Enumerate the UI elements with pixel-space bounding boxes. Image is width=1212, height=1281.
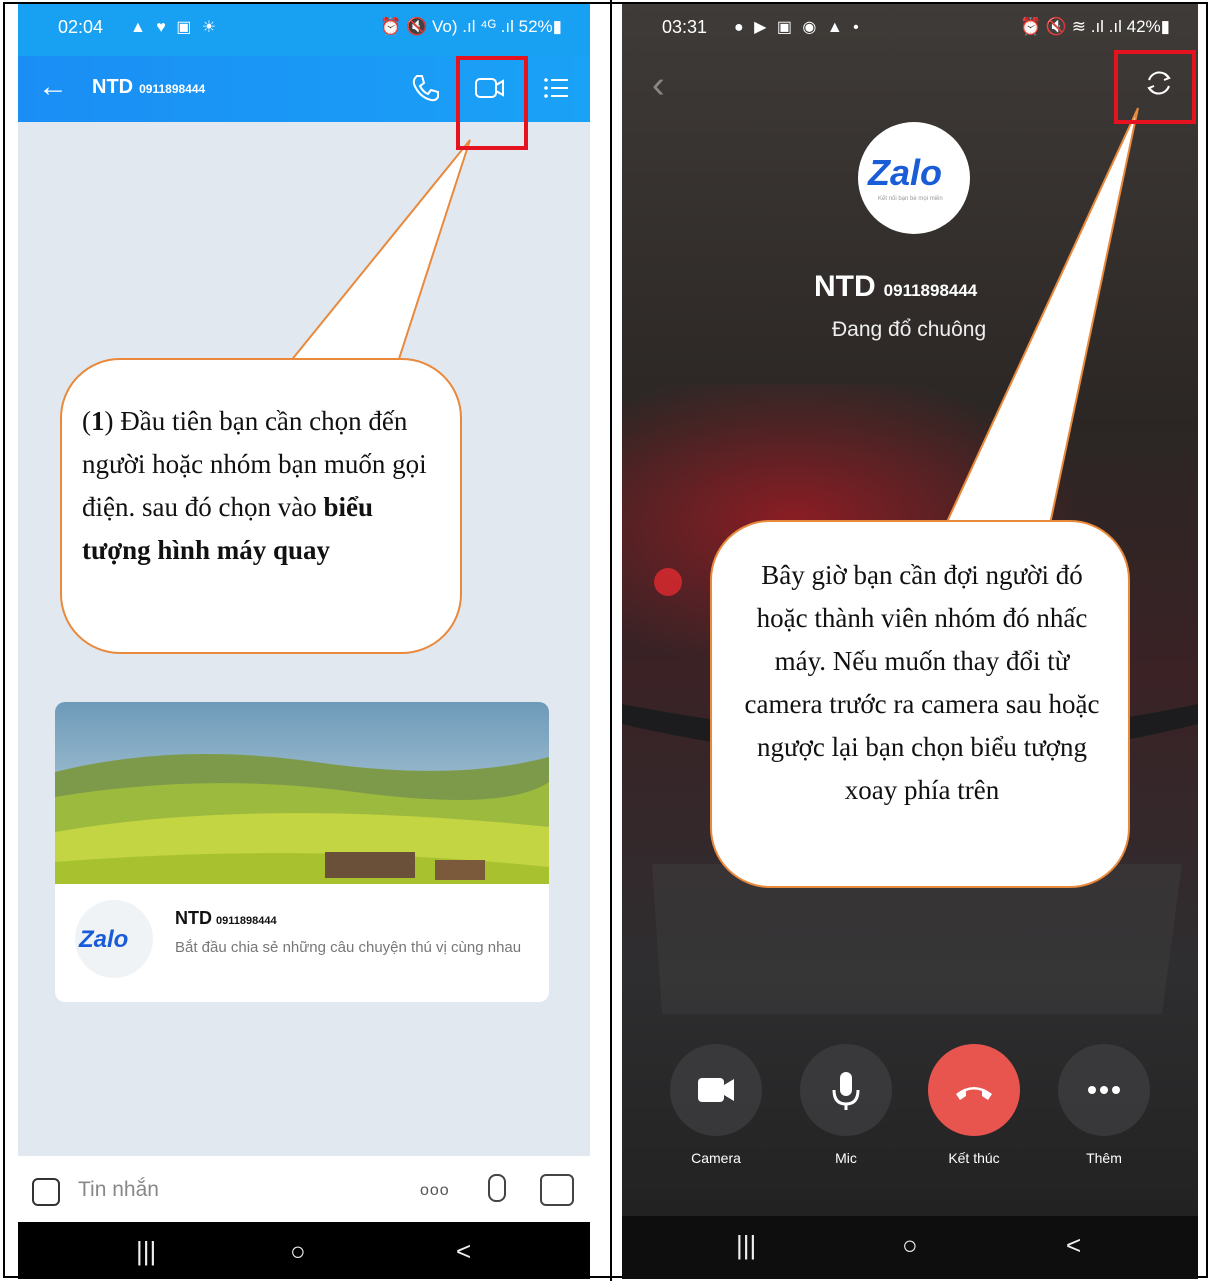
callee-name: NTD 0911898444 — [814, 270, 977, 304]
camera-button[interactable] — [670, 1044, 762, 1136]
contact-name-text: NTD — [92, 76, 134, 98]
card-title-name: NTD — [175, 908, 212, 928]
end-call-button[interactable] — [928, 1044, 1020, 1136]
highlight-switch-camera — [1114, 50, 1196, 124]
camera-icon — [698, 1078, 734, 1102]
status-icons-left: ▲ ♥ ▣ ☀ — [130, 19, 220, 36]
home-icon[interactable]: ○ — [902, 1230, 918, 1261]
callee-phone: 0911898444 — [883, 281, 978, 300]
mic-icon — [832, 1072, 860, 1110]
mic-icon[interactable] — [488, 1174, 506, 1202]
more-icon — [1088, 1086, 1120, 1094]
card-title: NTD 0911898444 — [175, 908, 277, 929]
end-call-label: Kết thúc — [948, 1150, 1000, 1166]
mic-label: Mic — [835, 1150, 857, 1166]
callout-1-text: (1) Đầu tiên bạn cần chọn đến người hoặc… — [82, 406, 427, 565]
status-icons-left: ● ▶ ▣ ◉ ▲ • — [734, 19, 862, 36]
highlight-video-call — [456, 56, 528, 150]
back-icon[interactable]: < — [456, 1236, 471, 1267]
back-icon[interactable]: < — [1066, 1230, 1081, 1261]
status-bar: 02:04 ▲ ♥ ▣ ☀ ⏰ 🔇 Vo) .ıl ⁴ᴳ .ıl 52%▮ — [18, 4, 590, 56]
message-input[interactable]: Tin nhắn — [78, 1178, 159, 1202]
callout-1-number: 1 — [91, 406, 105, 436]
card-description: Bắt đầu chia sẻ những câu chuyện thú vị … — [175, 939, 522, 956]
recent-apps-icon[interactable]: ||| — [736, 1230, 756, 1261]
android-nav-bar: ||| ○ < — [622, 1216, 1198, 1279]
more-label: Thêm — [1086, 1150, 1122, 1166]
contact-phone: 0911898444 — [139, 82, 206, 96]
back-chevron-icon[interactable]: ‹ — [652, 64, 665, 107]
mic-button[interactable] — [800, 1044, 892, 1136]
more-options-icon[interactable]: ooo — [420, 1182, 450, 1200]
more-button[interactable] — [1058, 1044, 1150, 1136]
zalo-logo: Zalo — [75, 900, 153, 978]
recent-apps-icon[interactable]: ||| — [136, 1236, 156, 1267]
zalo-logo-text: Zalo — [868, 152, 943, 193]
status-bar: 03:31 ● ▶ ▣ ◉ ▲ • ⏰ 🔇 ≋ .ıl .ıl 42%▮ — [622, 4, 1198, 56]
callout-1-body: Đầu tiên bạn cần chọn đến người hoặc nhó… — [82, 406, 427, 522]
callout-2-text: Bây giờ bạn cần đợi người đó hoặc thành … — [744, 560, 1100, 805]
camera-label: Camera — [691, 1150, 741, 1166]
message-input-bar: Tin nhắn ooo — [18, 1156, 590, 1222]
status-icons-right: ⏰ 🔇 Vo) .ıl ⁴ᴳ .ıl 52%▮ — [380, 17, 562, 36]
divider — [610, 0, 612, 1281]
status-time: 02:04 — [58, 17, 104, 37]
status-icons-right: ⏰ 🔇 ≋ .ıl .ıl 42%▮ — [1019, 17, 1170, 36]
android-nav-bar: ||| ○ < — [18, 1222, 590, 1279]
zalo-logo: Zalo Kết nối bạn bè mọi miền — [858, 122, 970, 234]
end-call-icon — [956, 1087, 992, 1100]
emoji-icon[interactable] — [32, 1178, 60, 1206]
home-icon[interactable]: ○ — [290, 1236, 306, 1267]
landscape-image — [55, 702, 549, 884]
welcome-card: Zalo NTD 0911898444 Bắt đầu chia sẻ những… — [55, 702, 549, 1002]
status-time: 03:31 — [662, 17, 708, 37]
menu-list-icon[interactable] — [538, 70, 574, 106]
back-arrow-icon[interactable]: ← — [38, 70, 68, 104]
phone-call-icon[interactable] — [408, 70, 444, 106]
callee-name-text: NTD — [814, 270, 876, 303]
contact-name[interactable]: NTD 0911898444 — [92, 76, 205, 99]
call-status: Đang đổ chuông — [832, 318, 987, 341]
image-icon[interactable] — [540, 1174, 574, 1206]
zalo-logo-tagline: Kết nối bạn bè mọi miền — [878, 196, 943, 202]
card-title-phone: 0911898444 — [216, 915, 277, 927]
instruction-callout-2: Bây giờ bạn cần đợi người đó hoặc thành … — [710, 520, 1130, 888]
instruction-callout-1: (1) Đầu tiên bạn cần chọn đến người hoặc… — [60, 358, 462, 654]
zalo-logo-text: Zalo — [79, 926, 129, 953]
